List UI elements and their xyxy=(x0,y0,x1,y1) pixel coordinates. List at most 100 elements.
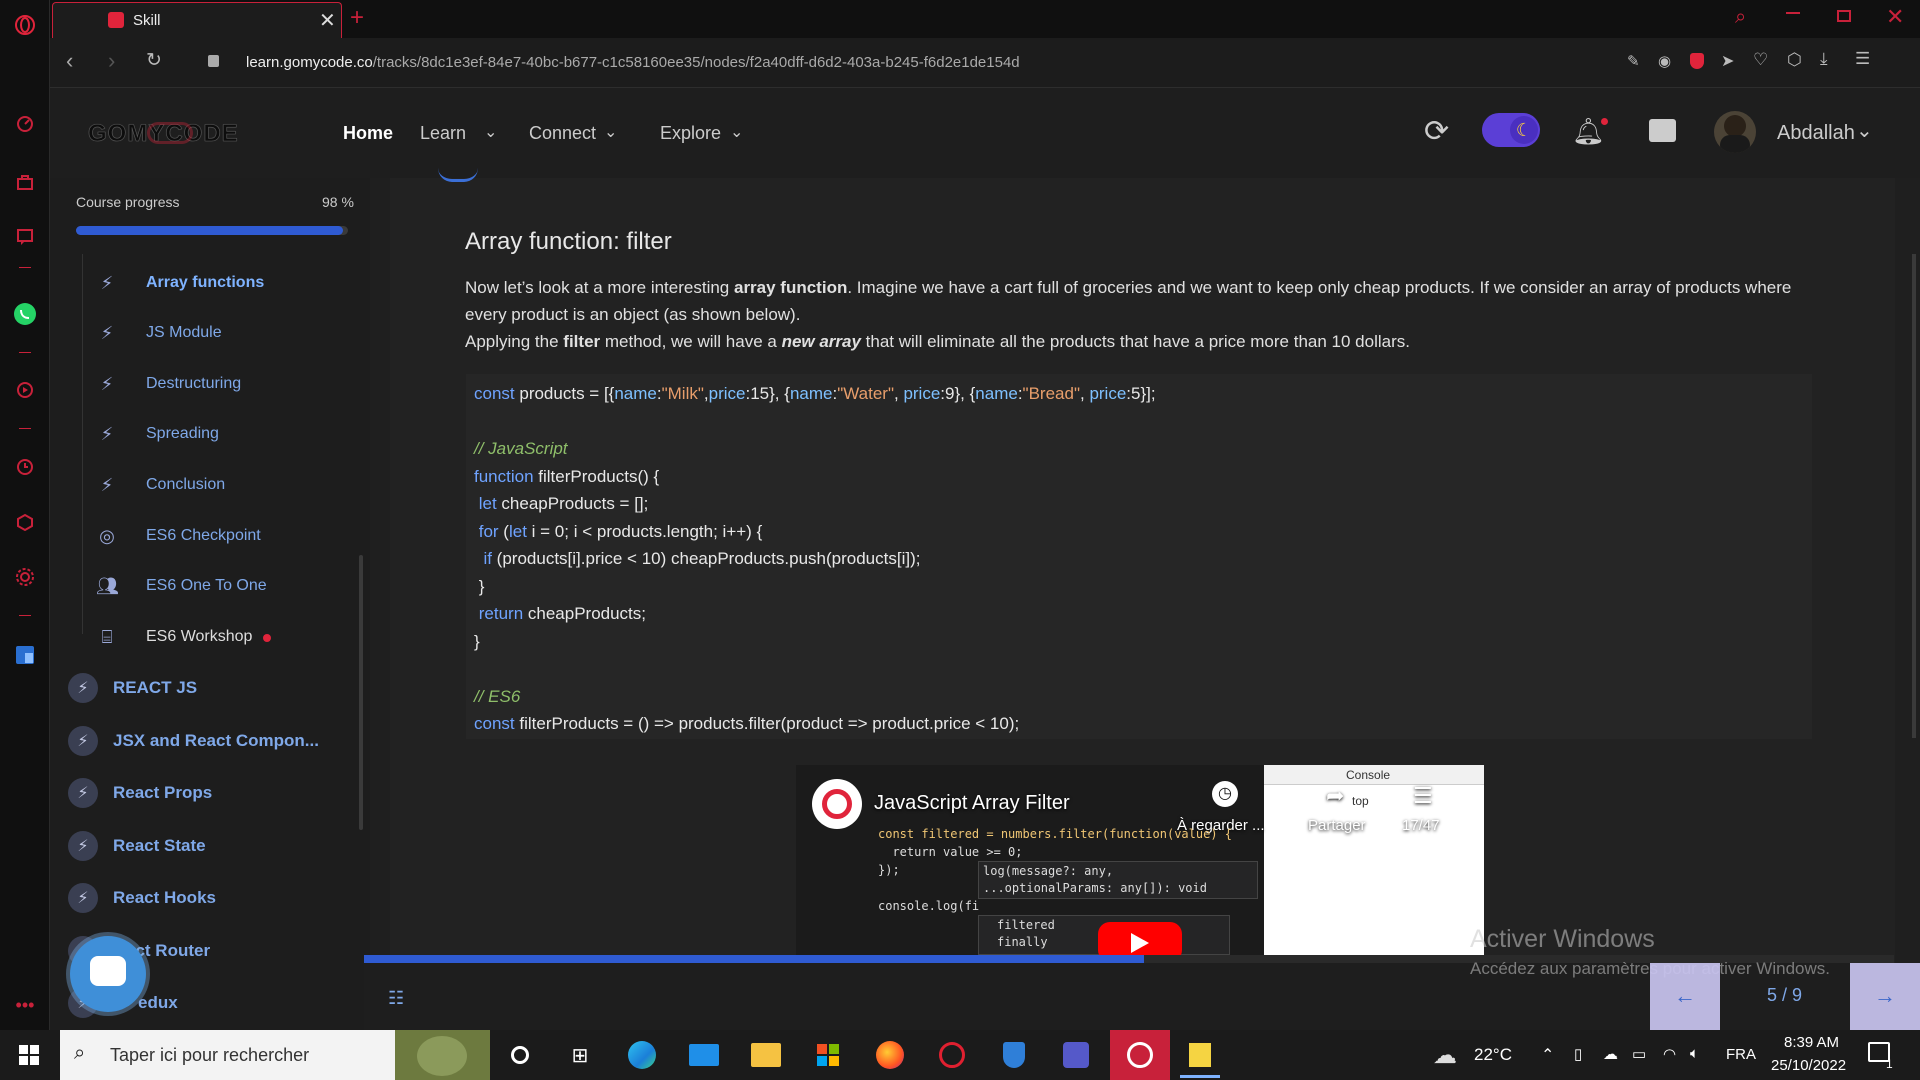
opera-taskbar-button[interactable] xyxy=(1110,1030,1170,1080)
firefox-icon[interactable] xyxy=(873,1038,907,1072)
tray-chevron-up-icon[interactable]: ⌃ xyxy=(1541,1045,1554,1065)
nav-connect[interactable]: Connect xyxy=(529,123,596,144)
translate-app-icon[interactable] xyxy=(13,643,37,667)
browser-tab-active[interactable]: Skill ✕ xyxy=(52,2,342,38)
shopping-icon[interactable] xyxy=(13,170,37,194)
previous-button[interactable]: ← xyxy=(1650,963,1720,1030)
nav-explore[interactable]: Explore xyxy=(660,123,721,144)
search-tabs-icon[interactable]: ⌕ xyxy=(1735,6,1746,29)
module-react-js[interactable]: ⚡︎ REACT JS xyxy=(68,666,348,710)
sidebar-item-array-functions[interactable]: ⚡︎ Array functions xyxy=(96,263,356,303)
youtube-play-button[interactable] xyxy=(1098,922,1182,955)
snapshot-edit-icon[interactable]: ✎ xyxy=(1627,52,1640,70)
weather-cloud-icon[interactable]: ☁ xyxy=(1433,1041,1457,1070)
user-name[interactable]: Abdallah xyxy=(1777,122,1855,145)
player-icon[interactable] xyxy=(13,378,37,402)
chat-widget-button[interactable] xyxy=(70,936,146,1012)
task-view-icon[interactable]: ⊞ xyxy=(563,1038,597,1072)
avatar[interactable] xyxy=(1714,111,1756,153)
nav-home[interactable]: Home xyxy=(343,123,393,144)
sidebar-item-js-module[interactable]: ⚡︎ JS Module xyxy=(96,313,356,353)
explore-chevron-down-icon[interactable]: ⌄ xyxy=(730,122,743,142)
next-button[interactable]: → xyxy=(1850,963,1920,1030)
extensions-icon[interactable]: ⬡ xyxy=(1787,50,1802,70)
tray-device-icon[interactable]: ▯ xyxy=(1574,1045,1582,1063)
adblock-shield-icon[interactable] xyxy=(1690,53,1704,69)
tab-close-icon[interactable]: ✕ xyxy=(319,8,336,33)
user-chevron-down-icon[interactable]: ⌄ xyxy=(1856,118,1873,143)
speed-dial-icon[interactable] xyxy=(13,112,37,136)
mail-icon[interactable] xyxy=(687,1038,721,1072)
easy-setup-icon[interactable]: ☰ xyxy=(1855,49,1870,69)
extensions-cube-icon[interactable] xyxy=(13,510,37,534)
new-tab-plus-icon[interactable]: + xyxy=(350,4,364,32)
content-scrollbar[interactable] xyxy=(1912,254,1916,738)
download-icon[interactable]: ⤓ xyxy=(1820,49,1828,69)
dark-mode-toggle[interactable]: ☾ xyxy=(1482,113,1540,147)
opera-logo-icon[interactable] xyxy=(13,13,37,37)
nav-learn[interactable]: Learn xyxy=(420,123,466,144)
history-icon[interactable] xyxy=(13,455,37,479)
close-window-icon[interactable]: ✕ xyxy=(1886,4,1904,30)
share-label[interactable]: Partager xyxy=(1308,817,1366,834)
antivirus-icon[interactable] xyxy=(935,1038,969,1072)
reload-icon[interactable]: ↻ xyxy=(146,49,162,72)
sidebar-item-es6-one-to-one[interactable]: 👥︎ ES6 One To One xyxy=(96,566,356,606)
minimize-icon[interactable] xyxy=(1786,12,1800,14)
forward-icon[interactable]: › xyxy=(108,48,115,74)
wifi-icon[interactable]: ◠ xyxy=(1663,1045,1676,1063)
text-run: that will eliminate all the products tha… xyxy=(860,332,1410,351)
restore-icon[interactable] xyxy=(1837,10,1851,22)
onedrive-icon[interactable]: ☁ xyxy=(1603,1045,1618,1063)
video-title[interactable]: JavaScript Array Filter xyxy=(874,792,1070,815)
module-react-state[interactable]: ⚡︎ React State xyxy=(68,824,348,868)
volume-icon[interactable]: 🔈︎ xyxy=(1690,1045,1699,1062)
temperature[interactable]: 22°C xyxy=(1474,1045,1512,1065)
page-indicator: 5 / 9 xyxy=(1767,985,1803,1005)
teams-icon[interactable] xyxy=(1059,1038,1093,1072)
ms-store-icon[interactable] xyxy=(811,1038,845,1072)
video-code-3: }); xyxy=(878,863,900,877)
clock-time[interactable]: 8:39 AM xyxy=(1784,1034,1839,1051)
sticky-notes-icon[interactable] xyxy=(1183,1038,1217,1072)
battery-icon[interactable]: ▭ xyxy=(1632,1045,1646,1063)
module-jsx[interactable]: ⚡︎ JSX and React Compon... xyxy=(68,719,348,763)
chat-icon[interactable] xyxy=(1649,119,1676,142)
whatsapp-icon[interactable] xyxy=(13,302,37,326)
sidebar-scrollbar[interactable] xyxy=(359,555,363,830)
module-react-props[interactable]: ⚡︎ React Props xyxy=(68,771,348,815)
sidebar-item-conclusion[interactable]: ⚡︎ Conclusion xyxy=(96,465,356,505)
channel-logo[interactable] xyxy=(812,779,862,829)
arrow-right-icon: → xyxy=(1874,983,1896,1008)
camera-icon[interactable]: ◉ xyxy=(1658,52,1671,70)
connect-chevron-down-icon[interactable]: ⌄ xyxy=(604,122,617,142)
clock-date[interactable]: 25/10/2022 xyxy=(1771,1057,1846,1074)
activate-windows-title: Activer Windows xyxy=(1470,925,1655,953)
cortana-icon[interactable] xyxy=(503,1038,537,1072)
module-react-hooks[interactable]: ⚡︎ React Hooks xyxy=(68,876,348,920)
windows-start-icon[interactable] xyxy=(12,1038,46,1072)
playlist-icon[interactable]: ☰ xyxy=(1413,783,1433,809)
sidebar-item-spreading[interactable]: ⚡︎ Spreading xyxy=(96,414,356,454)
learn-chevron-down-icon[interactable]: ⌄ xyxy=(484,122,497,142)
taskbar-search-box[interactable]: ⌕ Taper ici pour rechercher xyxy=(60,1030,490,1080)
settings-gear-icon[interactable] xyxy=(13,565,37,589)
sidebar-item-es6-workshop[interactable]: ⌸ ES6 Workshop xyxy=(96,617,356,657)
edge-icon[interactable] xyxy=(625,1038,659,1072)
heart-icon[interactable]: ♡ xyxy=(1753,50,1768,70)
url-field[interactable]: learn.gomycode.co/tracks/8dc1e3ef-84e7-4… xyxy=(246,54,1020,71)
more-dots-icon[interactable]: ••• xyxy=(13,993,37,1017)
watch-later-clock-icon[interactable]: ◷ xyxy=(1212,781,1238,807)
back-icon[interactable]: ‹ xyxy=(66,48,73,74)
twitch-icon[interactable] xyxy=(13,225,37,249)
file-explorer-icon[interactable] xyxy=(749,1038,783,1072)
defender-shield-icon[interactable] xyxy=(997,1038,1031,1072)
sidebar-item-es6-checkpoint[interactable]: ◎ ES6 Checkpoint xyxy=(96,516,356,556)
sidebar-item-destructuring[interactable]: ⚡︎ Destructuring xyxy=(96,364,356,404)
table-of-contents-icon[interactable]: ☷ xyxy=(388,988,404,1009)
share-arrow-icon[interactable]: ➦ xyxy=(1326,783,1344,809)
youtube-embed[interactable]: Console top JavaScript Array Filter ◷ À … xyxy=(796,765,1484,955)
refresh-icon[interactable]: ⟳ xyxy=(1424,114,1449,149)
input-language[interactable]: FRA xyxy=(1726,1046,1756,1063)
send-icon[interactable]: ➤ xyxy=(1721,51,1734,71)
